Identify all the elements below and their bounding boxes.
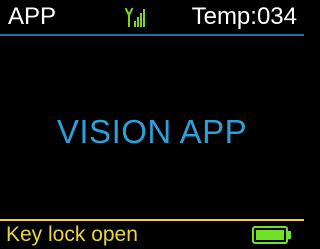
signal-bar-4 [143,9,145,27]
battery-fill [256,230,284,240]
key-lock-status: Key lock open [6,223,138,246]
footer-bar: Key lock open [0,221,304,249]
battery-tip [287,231,291,239]
signal-bar-1 [134,21,136,27]
signal-icon [124,7,145,27]
battery-icon [252,226,291,244]
signal-bar-3 [140,13,142,27]
status-bar: APP Temp:034 [0,0,304,34]
signal-antenna [124,7,134,27]
temperature-readout: Temp:034 [191,3,297,30]
app-title: VISION APP [56,113,248,150]
signal-bar-2 [137,17,139,27]
app-label: APP [8,3,57,30]
main-screen: VISION APP [0,36,304,219]
